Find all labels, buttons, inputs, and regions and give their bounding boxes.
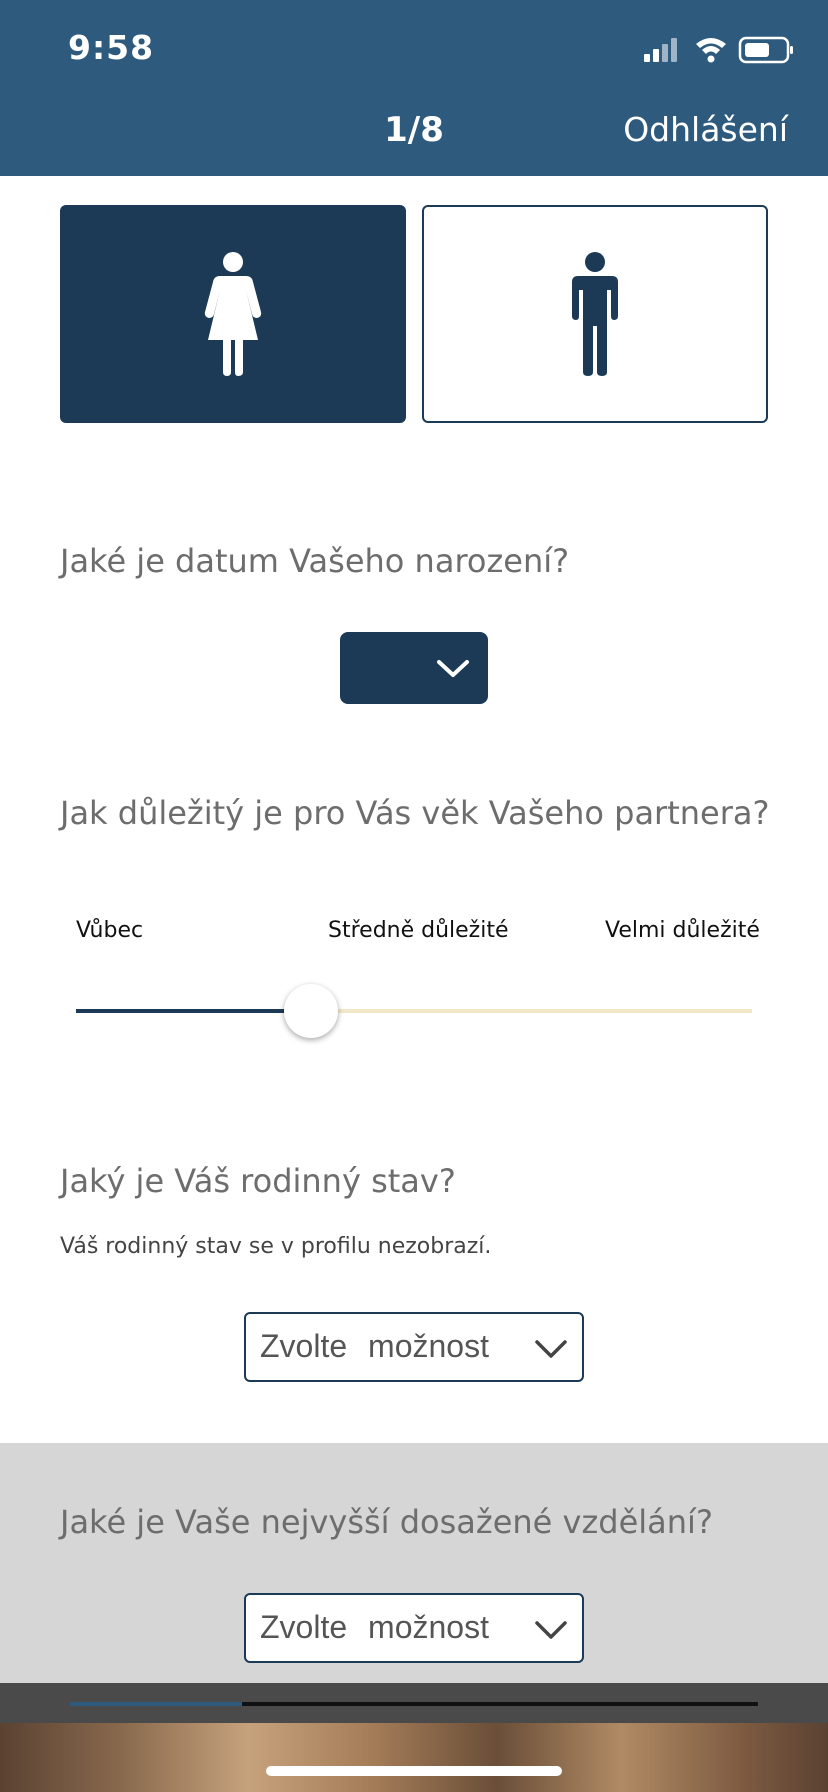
education-placeholder: Zvolte možnost xyxy=(260,1609,489,1645)
male-icon xyxy=(572,252,618,376)
battery-icon xyxy=(738,36,793,64)
gender-male-button[interactable] xyxy=(422,205,768,423)
chevron-down-icon xyxy=(437,660,469,677)
slider-label-max: Velmi důležité xyxy=(605,918,760,943)
female-icon xyxy=(204,252,262,376)
marital-status-select[interactable]: Zvolte možnost xyxy=(244,1312,584,1382)
header-bar: 9:58 1/8 Odhlášení xyxy=(0,0,828,176)
logout-button[interactable]: Odhlášení xyxy=(623,110,788,149)
marital-status-question: Jaký je Váš rodinný stav? xyxy=(60,1162,456,1200)
chevron-down-icon xyxy=(535,1621,567,1639)
progress-track xyxy=(242,1702,758,1706)
birthdate-select[interactable] xyxy=(340,632,488,704)
marital-status-hint: Váš rodinný stav se v profilu nezobrazí. xyxy=(60,1234,492,1259)
home-indicator[interactable] xyxy=(266,1766,562,1776)
birthdate-question: Jaké je datum Vašeho narození? xyxy=(60,542,570,580)
status-time: 9:58 xyxy=(68,28,155,67)
education-section: Jaké je Vaše nejvyšší dosažené vzdělání?… xyxy=(0,1443,828,1683)
slider-label-min: Vůbec xyxy=(76,918,144,943)
slider-label-mid: Středně důležité xyxy=(328,918,509,943)
chevron-down-icon xyxy=(535,1340,567,1358)
status-icons xyxy=(618,34,798,66)
partner-age-question: Jak důležitý je pro Vás věk Vašeho partn… xyxy=(60,794,770,832)
education-select[interactable]: Zvolte možnost xyxy=(244,1593,584,1663)
slider-track[interactable] xyxy=(310,1009,752,1013)
page: 9:58 1/8 Odhlášení Jaké je datum Vašeho … xyxy=(0,0,828,1792)
signal-icon xyxy=(644,38,677,62)
slider-track-filled xyxy=(76,1009,310,1013)
education-question: Jaké je Vaše nejvyšší dosažené vzdělání? xyxy=(60,1503,713,1541)
progress-fill xyxy=(70,1702,242,1706)
background-image xyxy=(0,1723,828,1792)
slider-thumb[interactable] xyxy=(284,984,338,1038)
gender-female-button[interactable] xyxy=(60,205,406,423)
marital-status-placeholder: Zvolte možnost xyxy=(260,1328,489,1364)
wifi-icon xyxy=(696,38,726,63)
